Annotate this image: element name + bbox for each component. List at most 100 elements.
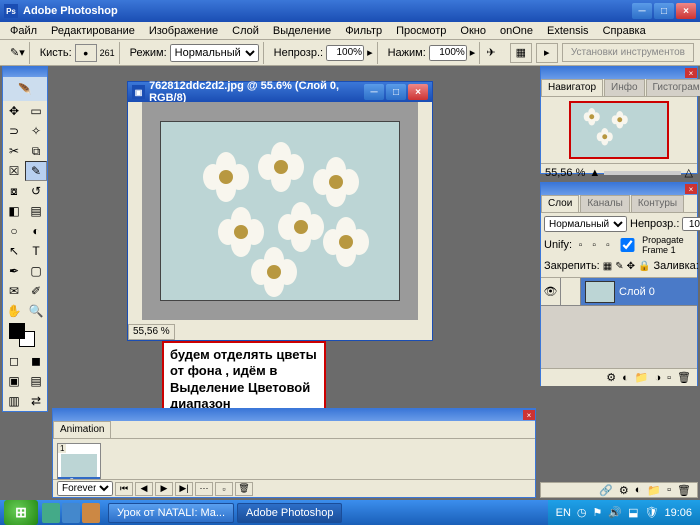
play-button[interactable]: ▶: [155, 482, 173, 496]
notes-tool[interactable]: ✉: [3, 281, 25, 301]
prev-frame-button[interactable]: ◀: [135, 482, 153, 496]
layer-mask-icon[interactable]: ◐: [622, 372, 629, 384]
palette-well-button[interactable]: ▸: [536, 43, 558, 63]
path-tool[interactable]: ↖: [3, 241, 25, 261]
menu-file[interactable]: Файл: [4, 23, 43, 39]
animation-titlebar[interactable]: ×: [53, 409, 535, 421]
taskbar-item[interactable]: Урок от NATALI: Ma...: [108, 503, 234, 523]
dodge-tool[interactable]: ◐: [25, 221, 47, 241]
lock-position-icon[interactable]: ✥: [627, 258, 635, 274]
tab-info[interactable]: Инфо: [604, 79, 645, 96]
quicklaunch-icon[interactable]: [82, 503, 100, 523]
brush-preview[interactable]: •: [75, 44, 97, 62]
quickmask-off-icon[interactable]: ◻: [3, 351, 25, 371]
history-brush-tool[interactable]: ↺: [25, 181, 47, 201]
quicklaunch-icon[interactable]: [42, 503, 60, 523]
layer-fx-icon[interactable]: ⚙: [606, 371, 616, 384]
close-button[interactable]: ×: [676, 3, 696, 19]
tray-icon[interactable]: ◷: [577, 506, 587, 519]
screen-full-menu-icon[interactable]: ▤: [25, 371, 47, 391]
menu-help[interactable]: Справка: [597, 23, 652, 39]
type-tool[interactable]: T: [25, 241, 47, 261]
blur-tool[interactable]: ○: [3, 221, 25, 241]
toggle-palettes-button[interactable]: ▦: [510, 43, 532, 63]
menu-filter[interactable]: Фильтр: [339, 23, 388, 39]
flow-arrow-icon[interactable]: ▸: [470, 46, 476, 59]
tween-button[interactable]: ⋯: [195, 482, 213, 496]
tray-icon[interactable]: 🛡: [645, 506, 659, 519]
doc-close-button[interactable]: ×: [408, 84, 428, 100]
brush-tool[interactable]: ✎: [25, 161, 47, 181]
document-canvas-area[interactable]: [142, 102, 418, 320]
menu-select[interactable]: Выделение: [267, 23, 337, 39]
heal-tool[interactable]: ☒: [3, 161, 25, 181]
tab-animation[interactable]: Animation: [53, 421, 111, 438]
menu-edit[interactable]: Редактирование: [45, 23, 141, 39]
tab-layers[interactable]: Слои: [541, 195, 579, 212]
loop-select[interactable]: Forever: [57, 481, 113, 496]
color-swatches[interactable]: [3, 321, 47, 351]
clock[interactable]: 19:06: [664, 507, 692, 519]
link-icon[interactable]: 🔗: [599, 484, 613, 497]
navigator-zoom-slider[interactable]: [604, 171, 680, 175]
folder-icon[interactable]: 📁: [647, 484, 661, 497]
layers-titlebar[interactable]: ×: [541, 183, 697, 195]
layer-thumbnail[interactable]: [585, 281, 615, 303]
zoom-tool[interactable]: 🔍: [25, 301, 47, 321]
propagate-checkbox[interactable]: [616, 238, 639, 252]
next-frame-button[interactable]: ▶|: [175, 482, 193, 496]
shape-tool[interactable]: ▢: [25, 261, 47, 281]
flow-input[interactable]: [429, 45, 467, 61]
duplicate-frame-button[interactable]: ▫: [215, 482, 233, 496]
tab-channels[interactable]: Каналы: [580, 195, 630, 212]
menu-extensis[interactable]: Extensis: [541, 23, 595, 39]
taskbar-item-active[interactable]: Adobe Photoshop: [237, 503, 342, 523]
blend-mode-select[interactable]: Нормальный: [544, 216, 627, 232]
layer-adjust-icon[interactable]: ◑: [654, 372, 661, 384]
new-icon[interactable]: ▫: [667, 484, 671, 496]
layer-folder-icon[interactable]: 📁: [635, 371, 649, 384]
minimize-button[interactable]: ─: [632, 3, 652, 19]
tool-presets-button[interactable]: Установки инструментов: [562, 43, 694, 62]
maximize-button[interactable]: □: [654, 3, 674, 19]
document-image[interactable]: [160, 121, 400, 301]
language-indicator[interactable]: EN: [556, 507, 571, 519]
layer-delete-icon[interactable]: 🗑: [677, 371, 691, 384]
trash-icon[interactable]: 🗑: [677, 484, 691, 497]
layer-link-icon[interactable]: [561, 278, 581, 305]
style-icon[interactable]: ⚙: [619, 484, 629, 497]
navigator-thumbnail[interactable]: [569, 101, 669, 159]
tab-paths[interactable]: Контуры: [631, 195, 684, 212]
imageready-icon[interactable]: ⇄: [25, 391, 47, 411]
layer-opacity-input[interactable]: [682, 217, 700, 231]
document-zoom-status[interactable]: 55,56 %: [128, 324, 175, 340]
opacity-input[interactable]: [326, 45, 364, 61]
zoom-in-icon[interactable]: △: [685, 166, 693, 179]
move-tool[interactable]: ✥: [3, 101, 25, 121]
tray-icon[interactable]: ⚑: [593, 506, 603, 519]
tab-navigator[interactable]: Навигатор: [541, 79, 603, 96]
hand-tool[interactable]: ✋: [3, 301, 25, 321]
mode-select[interactable]: Нормальный: [170, 44, 259, 62]
menu-image[interactable]: Изображение: [143, 23, 224, 39]
lock-transparency-icon[interactable]: ▦: [603, 258, 612, 274]
tool-preset-icon[interactable]: ✎▾: [10, 46, 25, 59]
menu-window[interactable]: Окно: [454, 23, 492, 39]
quickmask-on-icon[interactable]: ◼: [25, 351, 47, 371]
lock-all-icon[interactable]: 🔒: [638, 258, 650, 274]
eraser-tool[interactable]: ◧: [3, 201, 25, 221]
layer-row[interactable]: 👁 Слой 0: [541, 278, 697, 306]
foreground-color[interactable]: [9, 323, 25, 339]
layer-visibility-icon[interactable]: 👁: [541, 278, 561, 305]
menu-onone[interactable]: onOne: [494, 23, 539, 39]
unify-position-icon[interactable]: ▫: [575, 237, 586, 253]
quicklaunch-icon[interactable]: [62, 503, 80, 523]
navigator-close-icon[interactable]: ×: [685, 68, 697, 78]
doc-minimize-button[interactable]: ─: [364, 84, 384, 100]
layer-name[interactable]: Слой 0: [619, 286, 655, 298]
mask-icon[interactable]: ◐: [635, 484, 642, 496]
gradient-tool[interactable]: ▤: [25, 201, 47, 221]
marquee-tool[interactable]: ▭: [25, 101, 47, 121]
eyedropper-tool[interactable]: ✐: [25, 281, 47, 301]
tray-icon[interactable]: ⬓: [628, 506, 638, 519]
